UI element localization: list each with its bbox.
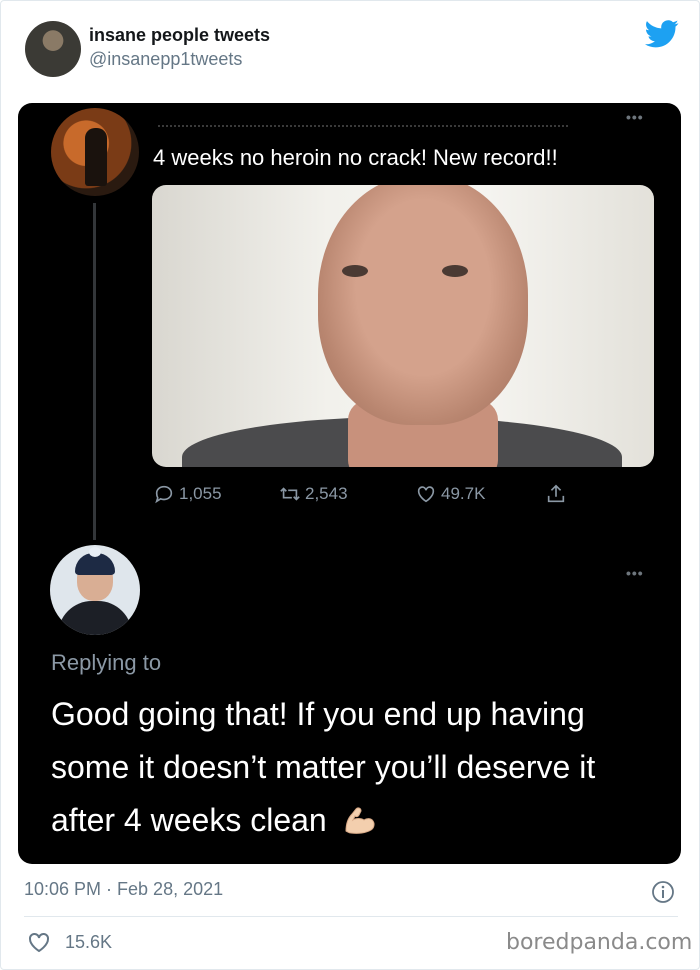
avatar-figure (85, 128, 107, 186)
redacted-name-line (158, 125, 568, 131)
original-author-avatar[interactable] (51, 108, 139, 196)
photo-face (318, 185, 528, 425)
boredpanda-watermark: boredpanda.com (506, 930, 693, 955)
reply-count: 1,055 (179, 484, 222, 503)
twitter-bird-icon[interactable] (645, 19, 679, 49)
like-count: 49.7K (441, 484, 486, 503)
avatar-hat-pom (89, 547, 101, 557)
embedded-screenshot: ••• 4 weeks no heroin no crack! New reco… (18, 103, 681, 864)
photo-eye-left (342, 265, 368, 277)
account-avatar[interactable] (25, 21, 81, 77)
like-action[interactable]: 49.7K (415, 483, 485, 505)
reply-text-block: Good going that! If you end up having so… (51, 688, 661, 847)
tweet-photo[interactable] (152, 185, 654, 467)
like-icon (417, 486, 435, 503)
heart-icon (29, 932, 49, 953)
thread-connector (93, 203, 96, 540)
share-icon (547, 484, 565, 503)
share-action[interactable] (545, 483, 567, 505)
tweet-card: insane people tweets @insanepp1tweets ••… (0, 0, 700, 970)
retweet-count: 2,543 (305, 484, 348, 503)
reply-text: Good going that! If you end up having so… (51, 696, 596, 838)
footer-divider (24, 916, 678, 917)
tweet-actions: 1,055 2,543 49.7K (153, 483, 593, 509)
account-handle[interactable]: @insanepp1tweets (89, 49, 242, 70)
photo-eye-right (442, 265, 468, 277)
flexed-biceps-emoji (345, 807, 375, 834)
retweet-action[interactable]: 2,543 (279, 483, 348, 505)
retweet-icon (280, 487, 300, 501)
reply-more-options-icon[interactable]: ••• (626, 565, 644, 581)
avatar-body (58, 601, 132, 635)
tweet-timestamp[interactable]: 10:06 PM · Feb 28, 2021 (24, 879, 223, 900)
display-name[interactable]: insane people tweets (89, 25, 270, 46)
reply-author-avatar[interactable] (50, 545, 140, 635)
more-options-icon[interactable]: ••• (626, 109, 644, 125)
footer-like-button[interactable]: 15.6K (27, 931, 112, 953)
original-tweet-text: 4 weeks no heroin no crack! New record!! (153, 145, 558, 170)
footer-like-count: 15.6K (65, 931, 113, 952)
replying-to-label: Replying to (51, 650, 162, 675)
reply-action[interactable]: 1,055 (153, 483, 222, 505)
reply-icon (155, 485, 173, 504)
info-icon[interactable] (651, 880, 675, 904)
